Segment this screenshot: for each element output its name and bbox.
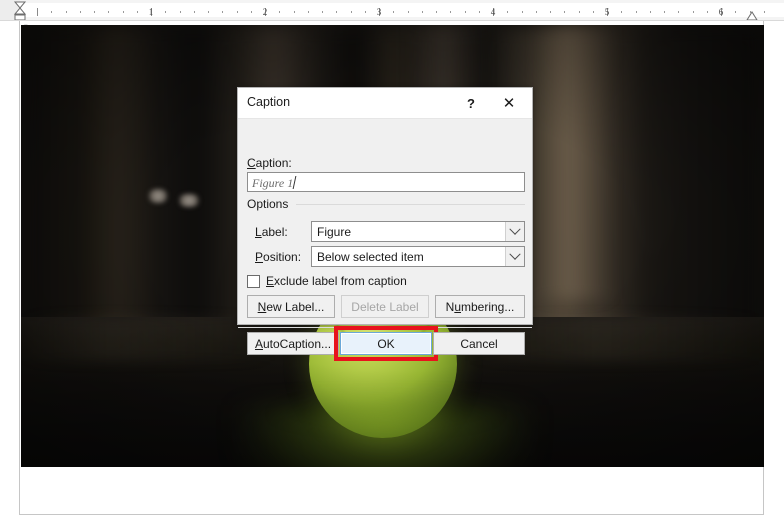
ruler-tick: [122, 11, 124, 13]
ruler-tick: [678, 11, 680, 13]
ruler-tick: [94, 11, 95, 13]
ruler-tick: [535, 11, 537, 13]
new-label-button[interactable]: New Label...: [247, 295, 335, 318]
ruler-tick: [322, 11, 323, 13]
caption-input[interactable]: Figure 1: [247, 172, 525, 192]
exclude-label-checkbox-row[interactable]: Exclude label from caption: [247, 274, 407, 288]
ruler-tick: [706, 11, 708, 13]
dialog-titlebar[interactable]: Caption ? ✕: [238, 88, 532, 119]
options-group-divider: [296, 204, 525, 205]
ruler-tick: [307, 11, 309, 13]
chevron-down-icon[interactable]: [505, 222, 524, 241]
ruler-tick: [450, 11, 452, 13]
caption-field-label: Caption:: [247, 156, 292, 170]
ruler-tick: [592, 11, 594, 13]
position-dropdown-value: Below selected item: [317, 250, 424, 264]
delete-label-button: Delete Label: [341, 295, 429, 318]
right-indent-marker[interactable]: [745, 9, 759, 21]
exclude-label-checkbox[interactable]: [247, 274, 260, 288]
ruler-tick: [436, 11, 437, 13]
ruler-tick: [521, 11, 523, 13]
ruler-tick: [664, 11, 665, 13]
ruler-track[interactable]: 1 2 3 4 5 6: [20, 3, 784, 17]
horizontal-ruler[interactable]: 1 2 3 4 5 6: [0, 0, 784, 21]
dialog-footer-divider: [238, 327, 532, 328]
ruler-tick: [108, 11, 110, 13]
ruler-tick: [236, 11, 238, 13]
ruler-tick: [478, 11, 480, 13]
ruler-tick: [692, 11, 694, 13]
ruler-tick: [193, 11, 195, 13]
label-field-label: Label:: [255, 225, 288, 239]
ruler-tick: [564, 11, 566, 13]
ok-button-wrapper[interactable]: OK: [334, 326, 438, 361]
ruler-tick: [37, 8, 38, 16]
ruler-tick: [165, 11, 167, 13]
ruler-number: 6: [718, 7, 724, 17]
cancel-button[interactable]: Cancel: [433, 332, 525, 355]
dialog-title: Caption: [247, 95, 291, 109]
ruler-tick: [364, 11, 366, 13]
ruler-tick: [550, 11, 551, 13]
label-dropdown-value: Figure: [317, 225, 352, 239]
ruler-tick: [621, 11, 623, 13]
label-dropdown[interactable]: Figure: [311, 221, 525, 242]
ruler-tick: [407, 11, 409, 13]
ruler-tick: [763, 11, 765, 13]
ruler-tick: [222, 11, 224, 13]
ruler-tick: [393, 11, 395, 13]
ruler-tick: [279, 11, 281, 13]
ruler-tick: [293, 11, 295, 13]
ruler-number: 5: [604, 7, 610, 17]
ruler-number: 2: [262, 7, 268, 17]
position-dropdown[interactable]: Below selected item: [311, 246, 525, 267]
ruler-tick: [65, 11, 67, 13]
help-icon[interactable]: ?: [454, 88, 488, 118]
position-field-label: Position:: [255, 250, 302, 264]
ruler-tick: [350, 11, 352, 13]
ruler-tick: [208, 11, 209, 13]
ruler-tick: [179, 11, 181, 13]
ruler-tick: [421, 11, 423, 13]
ruler-tick: [635, 11, 637, 13]
ruler-tick: [51, 11, 53, 13]
ruler-tick: [507, 11, 509, 13]
ruler-tick: [578, 11, 580, 13]
ruler-number: 3: [376, 7, 382, 17]
options-group-label: Options: [247, 197, 294, 211]
word-document-window: 123456 ¶: [0, 0, 784, 516]
autocaption-button[interactable]: AutoCaption...: [247, 332, 339, 355]
close-icon[interactable]: ✕: [492, 88, 526, 118]
chevron-down-icon[interactable]: [505, 247, 524, 266]
ruler-number: 1: [148, 7, 154, 17]
left-indent-marker[interactable]: [13, 1, 27, 21]
ruler-tick: [336, 11, 338, 13]
text-caret: [292, 176, 297, 189]
exclude-label-checkbox-label: Exclude label from caption: [266, 274, 407, 288]
ruler-tick: [464, 11, 466, 13]
ruler-tick: [250, 11, 252, 13]
caption-input-value: Figure 1: [252, 176, 294, 190]
ruler-tick: [79, 11, 81, 13]
ruler-number: 4: [490, 7, 496, 17]
caption-dialog[interactable]: Caption ? ✕ Caption: Figure 1 Options La…: [237, 87, 533, 361]
numbering-button[interactable]: Numbering...: [435, 295, 525, 318]
ruler-tick: [136, 11, 138, 13]
ok-button[interactable]: OK: [340, 332, 432, 355]
ruler-tick: [649, 11, 651, 13]
ruler-tick: [735, 11, 737, 13]
